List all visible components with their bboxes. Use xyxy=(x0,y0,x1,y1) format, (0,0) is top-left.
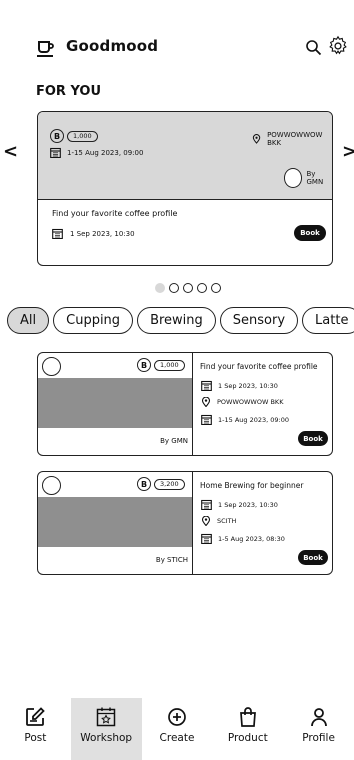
nav-label: Profile xyxy=(302,732,335,744)
date-range-text: 1-5 Aug 2023, 08:30 xyxy=(218,534,285,543)
location-pin-icon xyxy=(201,397,211,407)
date-range-text: 1-15 Aug 2023, 09:00 xyxy=(67,148,144,157)
filter-chip-cupping[interactable]: Cupping xyxy=(53,307,134,334)
carousel-prev-button[interactable]: < xyxy=(3,141,18,162)
nav-label: Product xyxy=(227,732,268,744)
host-avatar xyxy=(42,476,61,495)
nav-item-product[interactable]: Product xyxy=(212,698,283,760)
pagination-dot[interactable] xyxy=(211,283,221,293)
date-text: 1 Sep 2023, 10:30 xyxy=(218,500,278,509)
price-badge: B 1,000 xyxy=(50,129,98,143)
host-name: By GMN xyxy=(160,437,188,445)
bottom-navigation: Post Workshop Create Product Profile xyxy=(0,698,354,760)
nav-item-profile[interactable]: Profile xyxy=(283,698,354,760)
price-value: 1,000 xyxy=(154,359,185,371)
nav-label: Post xyxy=(24,732,47,744)
nav-label: Create xyxy=(159,732,195,744)
featured-info: Find your favorite coffee profile 1 Sep … xyxy=(38,199,332,265)
carousel-next-button[interactable]: > xyxy=(342,141,354,162)
coffee-cup-icon xyxy=(37,41,54,57)
calendar-icon xyxy=(201,380,212,391)
price-badge: B 3,200 xyxy=(137,477,185,491)
calendar-icon xyxy=(52,228,63,239)
workshop-card[interactable]: B 3,200 By STICH Home Brewing for beginn… xyxy=(37,471,333,575)
host-avatar xyxy=(284,168,303,188)
workshop-location: SCITH xyxy=(201,516,236,526)
date-text: 1 Sep 2023, 10:30 xyxy=(218,381,278,390)
app-title: Goodmood xyxy=(66,37,159,55)
calendar-icon xyxy=(50,147,61,158)
workshop-title: Find your favorite coffee profile xyxy=(200,362,318,371)
date-range-text: 1-15 Aug 2023, 09:00 xyxy=(218,415,289,424)
host-name: By STICH xyxy=(155,556,188,564)
section-title: FOR YOU xyxy=(36,84,102,99)
edit-note-icon xyxy=(26,707,46,726)
price-value: 1,000 xyxy=(67,130,98,142)
coin-icon: B xyxy=(50,129,64,143)
workshop-card-media: B 3,200 By STICH xyxy=(38,472,193,574)
workshop-date: 1 Sep 2023, 10:30 xyxy=(201,380,278,391)
date-text: 1 Sep 2023, 10:30 xyxy=(70,229,135,238)
workshop-date-range: 1-5 Aug 2023, 08:30 xyxy=(201,533,285,544)
nav-item-post[interactable]: Post xyxy=(0,698,71,760)
location-text: SCITH xyxy=(217,517,237,525)
filter-chip-brewing[interactable]: Brewing xyxy=(137,307,216,334)
pagination-dot[interactable] xyxy=(155,283,165,293)
filter-chip-all[interactable]: All xyxy=(7,307,50,334)
book-button[interactable]: Book xyxy=(294,225,326,241)
book-button[interactable]: Book xyxy=(298,431,328,446)
price-badge: B 1,000 xyxy=(137,358,185,372)
location-text: POWWOWWOW BKK xyxy=(217,398,284,406)
location-pin-icon xyxy=(201,516,211,526)
featured-date-range: 1-15 Aug 2023, 09:00 xyxy=(50,147,143,158)
shopping-bag-icon xyxy=(239,707,256,727)
location-text: POWWOWWOW BKK xyxy=(267,131,323,147)
gear-icon[interactable] xyxy=(327,35,349,57)
workshop-card-details: Home Brewing for beginner 1 Sep 2023, 10… xyxy=(200,472,330,574)
search-icon[interactable] xyxy=(305,39,322,56)
workshop-date-range: 1-15 Aug 2023, 09:00 xyxy=(201,414,289,425)
coin-icon: B xyxy=(137,477,151,491)
book-button[interactable]: Book xyxy=(298,550,328,565)
workshop-image xyxy=(38,497,192,547)
featured-title: Find your favorite coffee profile xyxy=(52,209,178,218)
category-filter-bar: All Cupping Brewing Sensory Latte xyxy=(7,307,354,334)
pagination-dot[interactable] xyxy=(197,283,207,293)
workshop-location: POWWOWWOW BKK xyxy=(201,397,283,407)
person-icon xyxy=(310,708,327,727)
featured-workshop-card[interactable]: B 1,000 1-15 Aug 2023, 09:00 POWWOWWOW B… xyxy=(37,111,333,266)
featured-host: By GMN xyxy=(284,168,332,188)
pagination-dot[interactable] xyxy=(183,283,193,293)
location-pin-icon xyxy=(252,134,261,144)
host-name: By GMN xyxy=(306,170,324,186)
calendar-icon xyxy=(201,533,212,544)
workshop-card[interactable]: B 1,000 By GMN Find your favorite coffee… xyxy=(37,352,333,456)
workshop-card-details: Find your favorite coffee profile 1 Sep … xyxy=(200,353,330,455)
workshop-date: 1 Sep 2023, 10:30 xyxy=(201,499,278,510)
workshop-image xyxy=(38,378,192,428)
pagination-dot[interactable] xyxy=(169,283,179,293)
plus-circle-icon xyxy=(168,708,186,726)
workshop-card-media: B 1,000 By GMN xyxy=(38,353,193,455)
featured-date: 1 Sep 2023, 10:30 xyxy=(52,228,135,239)
app-header: Goodmood xyxy=(0,32,354,64)
workshop-title: Home Brewing for beginner xyxy=(200,481,304,490)
nav-item-workshop[interactable]: Workshop xyxy=(70,698,142,760)
featured-image: B 1,000 1-15 Aug 2023, 09:00 POWWOWWOW B… xyxy=(38,112,332,199)
featured-location: POWWOWWOW BKK xyxy=(252,131,332,147)
calendar-star-icon xyxy=(96,707,116,727)
filter-chip-sensory[interactable]: Sensory xyxy=(219,307,299,334)
calendar-icon xyxy=(201,499,212,510)
host-avatar xyxy=(42,357,61,376)
carousel-pagination xyxy=(155,283,221,293)
price-value: 3,200 xyxy=(154,478,185,490)
filter-chip-latte[interactable]: Latte xyxy=(302,307,354,334)
coin-icon: B xyxy=(137,358,151,372)
nav-item-create[interactable]: Create xyxy=(142,698,213,760)
nav-label: Workshop xyxy=(80,732,133,744)
calendar-icon xyxy=(201,414,212,425)
